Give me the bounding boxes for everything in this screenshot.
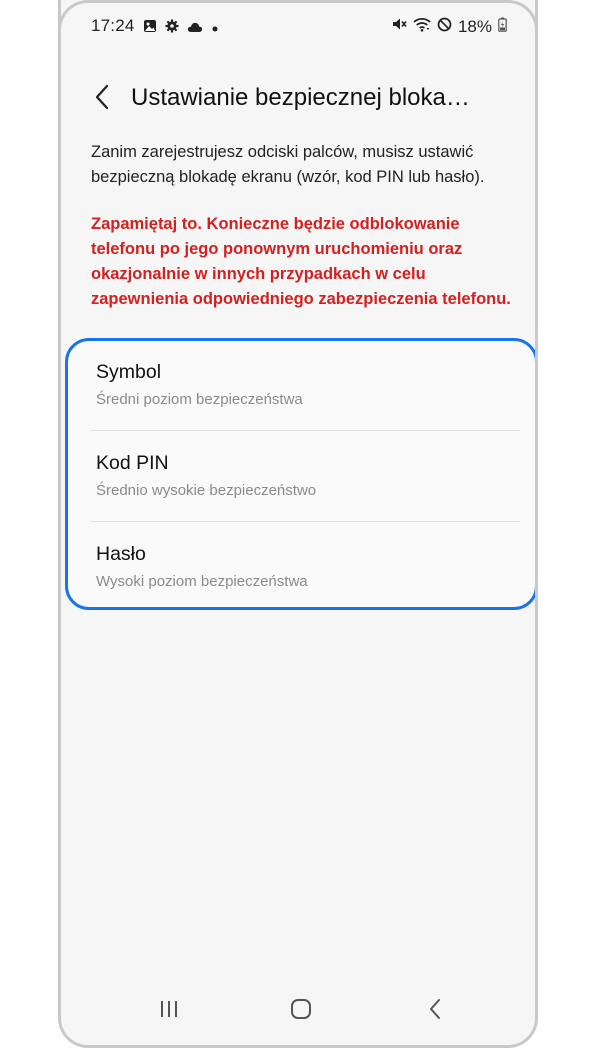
option-subtitle: Średnio wysokie bezpieczeństwo	[96, 482, 317, 499]
lock-options-list: Symbol Średni poziom bezpieczeństwa Kod …	[65, 338, 535, 613]
gear-icon	[165, 18, 179, 38]
status-right-icons: 18%	[391, 16, 507, 37]
recent-apps-icon	[158, 999, 180, 1024]
option-subtitle: Średni poziom bezpieczeństwa	[96, 391, 303, 408]
image-icon	[143, 18, 157, 38]
home-button[interactable]	[281, 991, 321, 1031]
option-subtitle: Wysoki poziom bezpieczeństwa	[96, 573, 308, 590]
option-title: Hasło	[96, 543, 146, 565]
option-password[interactable]: Hasło Wysoki poziom bezpieczeństwa	[90, 523, 520, 613]
page-title: Ustawianie bezpiecznej bloka…	[131, 84, 470, 111]
status-time: 17:24	[91, 16, 135, 35]
status-left-icons	[143, 18, 219, 38]
battery-icon	[498, 17, 507, 37]
recent-apps-button[interactable]	[149, 991, 189, 1031]
option-symbol[interactable]: Symbol Średni poziom bezpieczeństwa	[90, 341, 520, 431]
phone-screen: 17:24 18% Ustawianie bezpiecznej bloka… …	[58, 0, 538, 1048]
home-icon	[290, 998, 312, 1025]
nav-back-button[interactable]	[415, 991, 455, 1031]
option-pin[interactable]: Kod PIN Średnio wysokie bezpieczeństwo	[90, 432, 520, 522]
back-icon	[428, 998, 442, 1025]
intro-text: Zanim zarejestrujesz odciski palców, mus…	[91, 143, 485, 186]
status-bar: 17:24 18%	[61, 0, 535, 50]
warning-text: Zapamiętaj to. Konieczne będzie odblokow…	[91, 215, 511, 308]
divider	[90, 430, 520, 431]
option-title: Symbol	[96, 361, 162, 383]
chevron-left-icon	[94, 84, 110, 115]
navigation-bar	[61, 975, 535, 1045]
cloud-icon	[187, 18, 203, 38]
wifi-icon	[413, 17, 431, 37]
do-not-disturb-icon	[437, 17, 452, 37]
dot-icon	[211, 18, 219, 38]
mute-icon	[391, 16, 407, 37]
option-title: Kod PIN	[96, 452, 169, 474]
divider	[90, 521, 520, 522]
battery-level: 18%	[457, 16, 492, 36]
app-header: Ustawianie bezpiecznej bloka…	[61, 78, 535, 122]
back-button[interactable]	[87, 84, 117, 114]
